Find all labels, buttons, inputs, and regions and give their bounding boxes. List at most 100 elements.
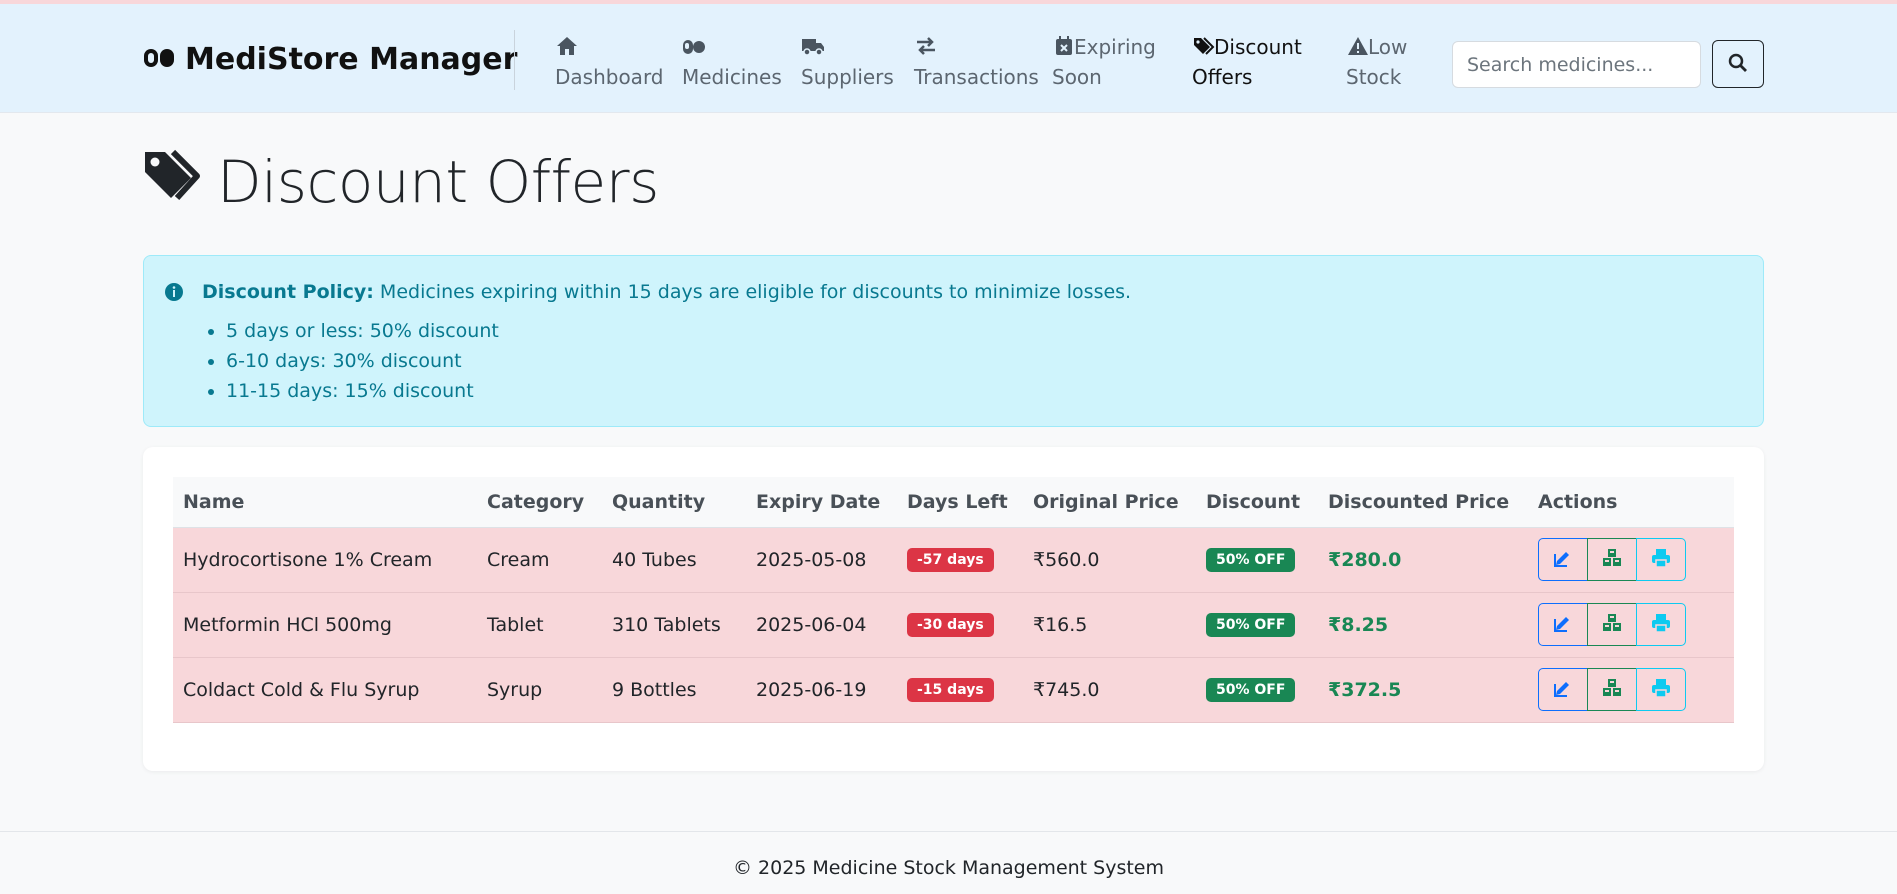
col-name: Name [173, 477, 477, 528]
table-row: Hydrocortisone 1% Cream Cream 40 Tubes 2… [173, 527, 1734, 593]
edit-button[interactable] [1538, 603, 1588, 646]
cell-quantity: 40 Tubes [602, 527, 746, 593]
cell-quantity: 9 Bottles [602, 657, 746, 723]
col-discounted-price: Discounted Price [1318, 477, 1528, 528]
tags-icon [1192, 35, 1215, 57]
exchange-icon [914, 35, 938, 57]
days-left-badge: -30 days [907, 613, 994, 637]
navbar: MediStore Manager Dashboard Medicines Su… [0, 4, 1897, 113]
row-actions [1538, 538, 1734, 581]
discounted-price: ₹280.0 [1328, 548, 1402, 571]
nav-low-stock-label-line2: Stock [1346, 65, 1402, 89]
nav-expiring-label-line2: Soon [1052, 65, 1102, 89]
search-icon [1728, 53, 1748, 76]
calendar-x-icon [1052, 35, 1072, 57]
cell-quantity: 310 Tablets [602, 592, 746, 658]
policy-rules-list: 5 days or less: 50% discount 6-10 days: … [226, 316, 1743, 406]
table-row: Coldact Cold & Flu Syrup Syrup 9 Bottles… [173, 657, 1734, 723]
discounted-price: ₹8.25 [1328, 613, 1389, 636]
print-icon [1651, 548, 1671, 571]
cubes-icon [1602, 678, 1622, 701]
policy-heading: Discount Policy: [202, 281, 374, 303]
tags-icon [143, 146, 205, 218]
brand-divider [514, 30, 515, 90]
nav-transactions-label: Transactions [914, 65, 1039, 89]
table-header-row: Name Category Quantity Expiry Date Days … [173, 477, 1734, 528]
policy-rule: 6-10 days: 30% discount [226, 346, 1743, 376]
cell-name: Hydrocortisone 1% Cream [173, 527, 477, 593]
nav-expiring-soon[interactable]: Expiring Soon [1052, 32, 1156, 92]
col-expiry-date: Expiry Date [746, 477, 897, 528]
nav-expiring-label-line1: Expiring [1074, 35, 1156, 59]
print-button[interactable] [1636, 668, 1686, 711]
brand-title: MediStore Manager [185, 42, 518, 77]
print-icon [1651, 678, 1671, 701]
search-button[interactable] [1712, 40, 1764, 88]
cell-category: Cream [477, 527, 602, 593]
days-left-badge: -57 days [907, 548, 994, 572]
pills-logo-icon [143, 42, 175, 77]
search-input[interactable] [1452, 41, 1701, 88]
discount-badge: 50% OFF [1206, 678, 1296, 702]
print-button[interactable] [1636, 603, 1686, 646]
print-icon [1651, 613, 1671, 636]
discounted-price: ₹372.5 [1328, 678, 1402, 701]
truck-icon [801, 35, 825, 57]
nav-transactions[interactable]: Transactions [914, 32, 1039, 92]
pills-icon [682, 35, 706, 57]
col-original-price: Original Price [1023, 477, 1196, 528]
nav-low-stock-label-line1: Low [1368, 35, 1408, 59]
stock-button[interactable] [1587, 668, 1637, 711]
nav-medicines-label: Medicines [682, 65, 782, 89]
cubes-icon [1602, 613, 1622, 636]
col-category: Category [477, 477, 602, 528]
policy-rule: 5 days or less: 50% discount [226, 316, 1743, 346]
row-actions [1538, 603, 1734, 646]
nav-medicines[interactable]: Medicines [682, 32, 782, 92]
cell-expiry: 2025-05-08 [746, 527, 897, 593]
footer: © 2025 Medicine Stock Management System [0, 831, 1897, 894]
cell-expiry: 2025-06-04 [746, 592, 897, 658]
page-title: Discount Offers [143, 146, 659, 218]
nav-discount-label-line1: Discount [1214, 35, 1302, 59]
col-actions: Actions [1528, 477, 1734, 528]
nav-low-stock[interactable]: Low Stock [1346, 32, 1407, 92]
warning-icon [1346, 35, 1368, 57]
days-left-badge: -15 days [907, 678, 994, 702]
nav-dashboard-label: Dashboard [555, 65, 664, 89]
row-actions [1538, 668, 1734, 711]
discount-table-card: Name Category Quantity Expiry Date Days … [143, 447, 1764, 771]
cell-original-price: ₹745.0 [1023, 657, 1196, 723]
cell-name: Metformin HCl 500mg [173, 592, 477, 658]
cell-category: Syrup [477, 657, 602, 723]
cell-name: Coldact Cold & Flu Syrup [173, 657, 477, 723]
col-discount: Discount [1196, 477, 1318, 528]
nav-suppliers[interactable]: Suppliers [801, 32, 894, 92]
home-icon [555, 35, 579, 57]
print-button[interactable] [1636, 538, 1686, 581]
col-quantity: Quantity [602, 477, 746, 528]
edit-icon [1553, 678, 1573, 701]
edit-icon [1553, 613, 1573, 636]
info-circle-icon [164, 282, 184, 302]
policy-rule: 11-15 days: 15% discount [226, 376, 1743, 406]
discount-badge: 50% OFF [1206, 613, 1296, 637]
nav-dashboard[interactable]: Dashboard [555, 32, 664, 92]
stock-button[interactable] [1587, 538, 1637, 581]
discount-table: Name Category Quantity Expiry Date Days … [173, 477, 1734, 723]
nav-discount-label-line2: Offers [1192, 65, 1253, 89]
page-title-text: Discount Offers [217, 148, 659, 216]
stock-button[interactable] [1587, 603, 1637, 646]
edit-button[interactable] [1538, 538, 1588, 581]
edit-icon [1553, 548, 1573, 571]
nav-discount-offers[interactable]: Discount Offers [1192, 32, 1302, 92]
table-row: Metformin HCl 500mg Tablet 310 Tablets 2… [173, 592, 1734, 658]
brand[interactable]: MediStore Manager [143, 42, 517, 77]
discount-badge: 50% OFF [1206, 548, 1296, 572]
nav-suppliers-label: Suppliers [801, 65, 894, 89]
col-days-left: Days Left [897, 477, 1023, 528]
edit-button[interactable] [1538, 668, 1588, 711]
cell-category: Tablet [477, 592, 602, 658]
cubes-icon [1602, 548, 1622, 571]
discount-policy-alert: Discount Policy: Medicines expiring with… [143, 255, 1764, 427]
